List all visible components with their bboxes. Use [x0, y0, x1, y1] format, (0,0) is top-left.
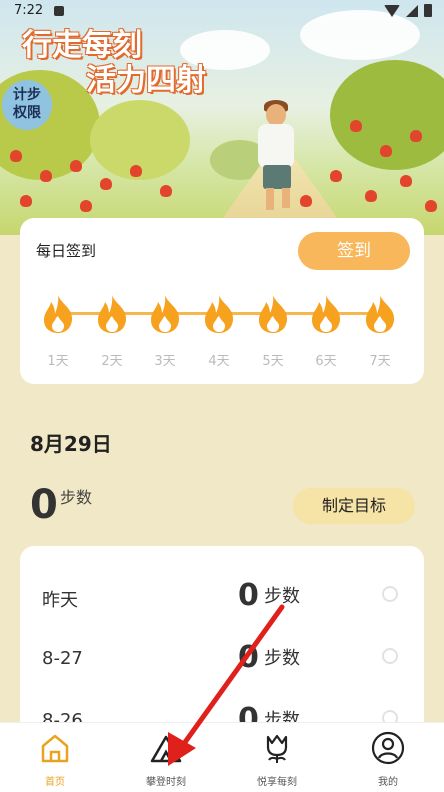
- flame-icon: [312, 295, 341, 333]
- nav-enjoy[interactable]: 悦享每刻: [222, 731, 332, 788]
- flame-icon: [151, 295, 180, 333]
- flower: [160, 185, 172, 197]
- nav-profile[interactable]: 我的: [333, 731, 443, 788]
- flower: [40, 170, 52, 182]
- step-permission-button[interactable]: 计步 权限: [2, 80, 52, 130]
- checkin-day: 6天: [306, 294, 346, 369]
- flower: [410, 130, 422, 142]
- flower: [80, 200, 92, 212]
- history-row[interactable]: 8-27 0 步数: [20, 628, 424, 688]
- checkin-day-label: 6天: [315, 354, 337, 369]
- flower: [380, 145, 392, 157]
- nav-home[interactable]: 首页: [0, 731, 110, 788]
- wifi-icon: [384, 4, 400, 17]
- history-steps: 0: [238, 578, 259, 613]
- bottom-nav: 首页 攀登时刻 悦享每刻 我的: [0, 722, 444, 792]
- today-date: 8月29日: [30, 432, 112, 456]
- checkin-label: 每日签到: [36, 242, 97, 260]
- history-date: 8-27: [42, 648, 83, 669]
- history-steps: 0: [238, 640, 259, 675]
- flame-icon: [44, 295, 73, 333]
- tulip-icon: [266, 734, 288, 763]
- nav-home-label: 首页: [45, 777, 65, 788]
- checkin-day-label: 1天: [47, 354, 69, 369]
- checkin-day-label: 2天: [101, 354, 123, 369]
- profile-icon: [371, 731, 405, 765]
- history-unit: 步数: [264, 586, 300, 607]
- flower: [100, 178, 112, 190]
- history-radio[interactable]: [382, 648, 398, 664]
- flame-icon: [259, 295, 288, 333]
- banner-title-line2: 活力四射: [86, 63, 206, 98]
- flame-icon: [98, 295, 127, 333]
- flower: [10, 150, 22, 162]
- checkin-day: 5天: [253, 294, 293, 369]
- permission-label-line1: 计步: [13, 87, 41, 103]
- signal-icon: [406, 4, 418, 17]
- step-history-card: 昨天 0 步数 8-27 0 步数 8-26 0 步数: [20, 546, 424, 746]
- boy-figure: [266, 188, 274, 210]
- today-steps-unit: 步数: [60, 488, 93, 507]
- history-radio[interactable]: [382, 586, 398, 602]
- battery-icon: [424, 4, 432, 17]
- checkin-button[interactable]: 签到: [298, 232, 410, 270]
- boy-figure: [266, 104, 286, 126]
- history-date: 昨天: [42, 590, 78, 611]
- flower: [70, 160, 82, 172]
- flower: [365, 190, 377, 202]
- history-unit: 步数: [264, 648, 300, 669]
- checkin-day-label: 5天: [262, 354, 284, 369]
- checkin-day: 3天: [145, 294, 185, 369]
- set-goal-button[interactable]: 制定目标: [293, 488, 415, 524]
- flame-icon: [366, 295, 395, 333]
- boy-figure: [258, 124, 294, 168]
- flower: [400, 175, 412, 187]
- boy-figure: [263, 165, 291, 189]
- daily-checkin-card: 每日签到 签到 1天 2天 3天 4天 5天 6天 7天: [20, 218, 424, 384]
- status-time: 7:22: [14, 3, 44, 18]
- mountain-icon: [150, 735, 182, 763]
- boy-figure: [282, 188, 290, 208]
- today-steps-count: 0: [30, 482, 58, 528]
- flower: [130, 165, 142, 177]
- hero-banner: 行走每刻 活力四射 计步 权限: [0, 0, 444, 235]
- nav-climb[interactable]: 攀登时刻: [111, 731, 221, 788]
- checkin-day: 7天: [360, 294, 400, 369]
- flower: [330, 170, 342, 182]
- history-row[interactable]: 昨天 0 步数: [20, 566, 424, 626]
- notification-icon: [54, 6, 64, 16]
- status-bar: 7:22: [0, 0, 444, 24]
- flower: [425, 200, 437, 212]
- nav-profile-label: 我的: [378, 777, 398, 788]
- checkin-day: 1天: [38, 294, 78, 369]
- flame-icon: [205, 295, 234, 333]
- nav-climb-label: 攀登时刻: [146, 777, 186, 788]
- nav-enjoy-label: 悦享每刻: [257, 777, 297, 788]
- checkin-day: 2天: [92, 294, 132, 369]
- status-icons: [384, 4, 432, 17]
- checkin-day-label: 7天: [369, 354, 391, 369]
- flower: [350, 120, 362, 132]
- flower: [300, 195, 312, 207]
- checkin-day-label: 3天: [154, 354, 176, 369]
- permission-label-line2: 权限: [13, 105, 41, 121]
- flower: [20, 195, 32, 207]
- checkin-day: 4天: [199, 294, 239, 369]
- home-icon: [41, 734, 69, 763]
- checkin-day-label: 4天: [208, 354, 230, 369]
